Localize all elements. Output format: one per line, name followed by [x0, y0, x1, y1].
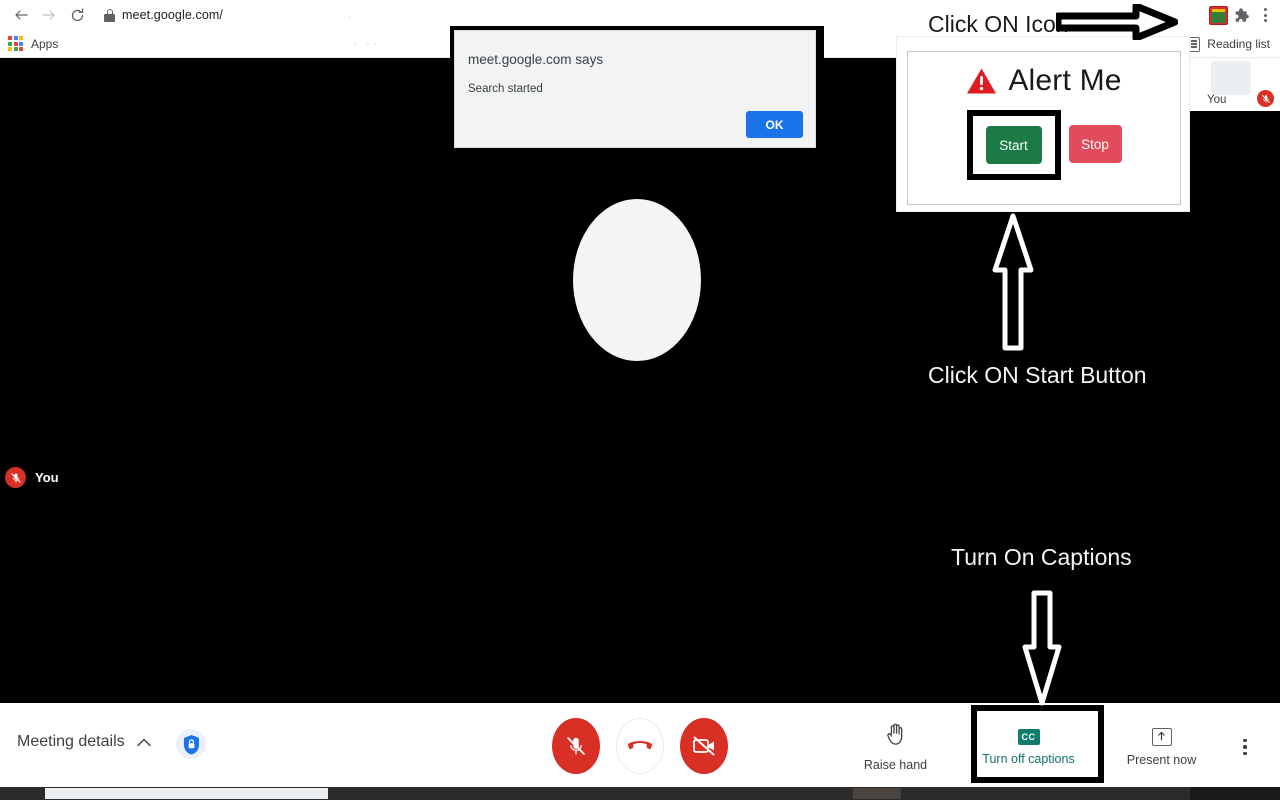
extensions-puzzle-icon[interactable] — [1230, 4, 1252, 26]
stop-button[interactable]: Stop — [1068, 125, 1122, 163]
meet-screenshot-root: meet.google.com/ . Apps · ·· Reading lis… — [0, 0, 1280, 800]
bookmark-row-dots: · ·· — [353, 37, 380, 50]
shield-lock-icon[interactable] — [176, 729, 206, 759]
alert-me-extension-popup: Alert Me Start Stop — [896, 36, 1190, 212]
up-arrow-annotation-icon — [991, 212, 1035, 357]
alert-me-extension-icon[interactable] — [1209, 5, 1228, 25]
scrollbar-track-dark — [1190, 787, 1280, 800]
apps-bookmark-label[interactable]: Apps — [31, 37, 58, 51]
scrollbar-track-segment — [853, 788, 901, 799]
closed-captions-icon: CC — [1017, 728, 1040, 745]
camera-toggle-button[interactable] — [680, 718, 728, 774]
right-arrow-annotation-icon — [1054, 2, 1179, 45]
meet-bottom-bar: Meeting details Raise hand CC Turn off c… — [0, 703, 1280, 800]
warning-triangle-icon — [966, 67, 997, 95]
horizontal-scrollbar[interactable] — [0, 787, 1280, 800]
omnibox-dots: . — [347, 9, 351, 21]
scrollbar-thumb[interactable] — [45, 788, 328, 799]
javascript-alert-dialog: meet.google.com says Search started OK — [450, 26, 824, 156]
annotation-click-on-icon: Click ON Icon — [928, 11, 1069, 37]
meeting-details-label: Meeting details — [17, 733, 125, 750]
present-now-button[interactable]: Present now — [1095, 716, 1228, 778]
participant-avatar — [573, 199, 701, 361]
forward-arrow-icon[interactable] — [36, 2, 62, 28]
extension-popup-panel: Alert Me Start Stop — [907, 51, 1181, 205]
present-screen-icon — [1151, 727, 1172, 746]
raise-hand-button[interactable]: Raise hand — [829, 716, 962, 778]
raise-hand-icon — [885, 722, 907, 751]
dialog-ok-button[interactable]: OK — [746, 111, 803, 138]
turn-off-captions-button[interactable]: CC Turn off captions — [962, 716, 1095, 778]
self-view-tile[interactable]: You — [1185, 58, 1280, 111]
raise-hand-label: Raise hand — [863, 758, 928, 772]
apps-grid-icon[interactable] — [8, 36, 23, 51]
reading-list-button[interactable]: Reading list — [1186, 30, 1270, 58]
browser-kebab-menu-icon[interactable] — [1254, 2, 1276, 28]
mic-off-icon — [1257, 90, 1274, 107]
self-view-thumbnail — [1211, 61, 1251, 95]
hang-up-button[interactable] — [616, 718, 664, 774]
back-arrow-icon[interactable] — [8, 2, 34, 28]
address-bar[interactable]: meet.google.com/ . — [104, 3, 351, 27]
annotation-turn-on-captions: Turn On Captions — [951, 544, 1132, 570]
participant-name-badge: You — [5, 467, 59, 488]
annotation-click-on-start-button: Click ON Start Button — [928, 362, 1147, 388]
mic-toggle-button[interactable] — [552, 718, 600, 774]
chrome-toolbar-right — [1209, 0, 1276, 30]
mic-off-icon — [5, 467, 26, 488]
call-controls — [552, 718, 728, 774]
dialog-title: meet.google.com says — [468, 52, 604, 67]
present-now-label: Present now — [1126, 752, 1197, 767]
more-options-kebab-icon[interactable] — [1228, 716, 1262, 778]
chevron-up-icon — [136, 735, 151, 750]
reload-icon[interactable] — [64, 2, 90, 28]
participant-label: You — [35, 470, 59, 485]
reading-list-label: Reading list — [1207, 37, 1270, 51]
dialog-body: meet.google.com says Search started OK — [454, 30, 816, 148]
start-button[interactable]: Start — [985, 126, 1042, 164]
self-view-name: You — [1207, 94, 1227, 106]
extension-popup-header: Alert Me — [908, 64, 1180, 98]
url-text: meet.google.com/ — [122, 8, 223, 22]
meet-right-controls: Raise hand CC Turn off captions Present … — [829, 716, 1262, 778]
dialog-message: Search started — [468, 83, 543, 95]
meeting-details-button[interactable]: Meeting details — [17, 733, 151, 751]
start-button-highlight: Start — [966, 110, 1061, 180]
down-arrow-annotation-icon — [1021, 589, 1063, 712]
captions-label: Turn off captions — [982, 751, 1075, 766]
lock-icon — [104, 8, 115, 22]
extension-popup-buttons: Start Stop — [908, 110, 1180, 180]
extension-popup-title: Alert Me — [1008, 64, 1122, 97]
